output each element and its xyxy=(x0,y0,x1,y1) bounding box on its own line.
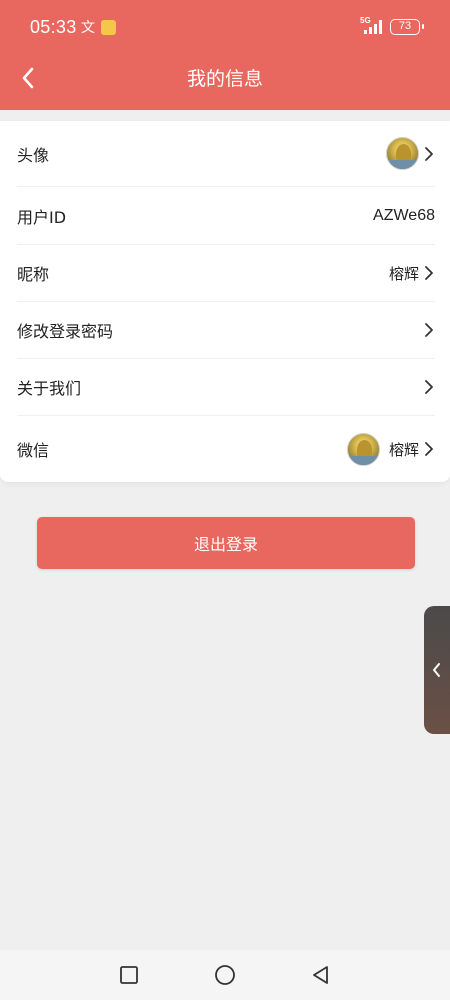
row-change-password[interactable]: 修改登录密码 xyxy=(17,302,435,359)
row-label: 修改登录密码 xyxy=(17,322,114,341)
logout-button[interactable]: 退出登录 xyxy=(37,517,415,569)
notification-app-icon xyxy=(101,20,116,35)
notification-wen-icon: 文 xyxy=(81,20,95,36)
nickname-value: 榕辉 xyxy=(388,264,419,283)
signal-icon xyxy=(364,20,382,34)
chevron-right-icon xyxy=(425,442,433,456)
chevron-left-icon xyxy=(433,663,440,677)
chevron-right-icon xyxy=(425,380,433,394)
chevron-right-icon xyxy=(425,323,433,337)
side-drawer-tab[interactable] xyxy=(424,606,450,734)
row-avatar[interactable]: 头像 xyxy=(17,121,435,187)
row-label: 昵称 xyxy=(17,265,50,284)
row-about-us[interactable]: 关于我们 xyxy=(17,359,435,416)
system-nav-bar xyxy=(0,950,450,1000)
row-right: 榕辉 xyxy=(389,263,435,284)
battery-icon: 73 xyxy=(390,19,424,35)
status-bar: 05:33 文 5G 73 xyxy=(0,0,450,56)
row-right xyxy=(386,137,435,170)
row-label: 用户ID xyxy=(17,207,67,227)
header-bar: 05:33 文 5G 73 我的信息 xyxy=(0,0,450,110)
row-wechat[interactable]: 微信 榕辉 xyxy=(17,416,435,482)
circle-icon[interactable] xyxy=(214,964,236,986)
triangle-back-icon[interactable] xyxy=(310,964,332,986)
row-nickname[interactable]: 昵称 榕辉 xyxy=(17,245,435,302)
square-icon[interactable] xyxy=(118,964,140,986)
status-time: 05:33 xyxy=(30,17,77,37)
wechat-name-value: 榕辉 xyxy=(388,440,419,459)
row-label: 微信 xyxy=(17,441,50,460)
chevron-right-icon xyxy=(425,266,433,280)
row-label: 头像 xyxy=(17,145,50,165)
wechat-avatar xyxy=(346,432,380,466)
profile-info-card: 头像 用户ID AZWe68 昵称 榕辉 修改登录密码 关于我们 微信 榕辉 xyxy=(0,121,450,482)
chevron-right-icon xyxy=(425,146,433,161)
row-right xyxy=(419,322,435,338)
page-title: 我的信息 xyxy=(186,68,263,90)
row-right xyxy=(419,379,435,395)
row-label: 关于我们 xyxy=(17,379,82,398)
user-id-value: AZWe68 xyxy=(373,206,435,224)
avatar xyxy=(386,137,419,170)
row-right: 榕辉 xyxy=(346,432,435,466)
row-user-id: 用户ID AZWe68 xyxy=(17,187,435,245)
